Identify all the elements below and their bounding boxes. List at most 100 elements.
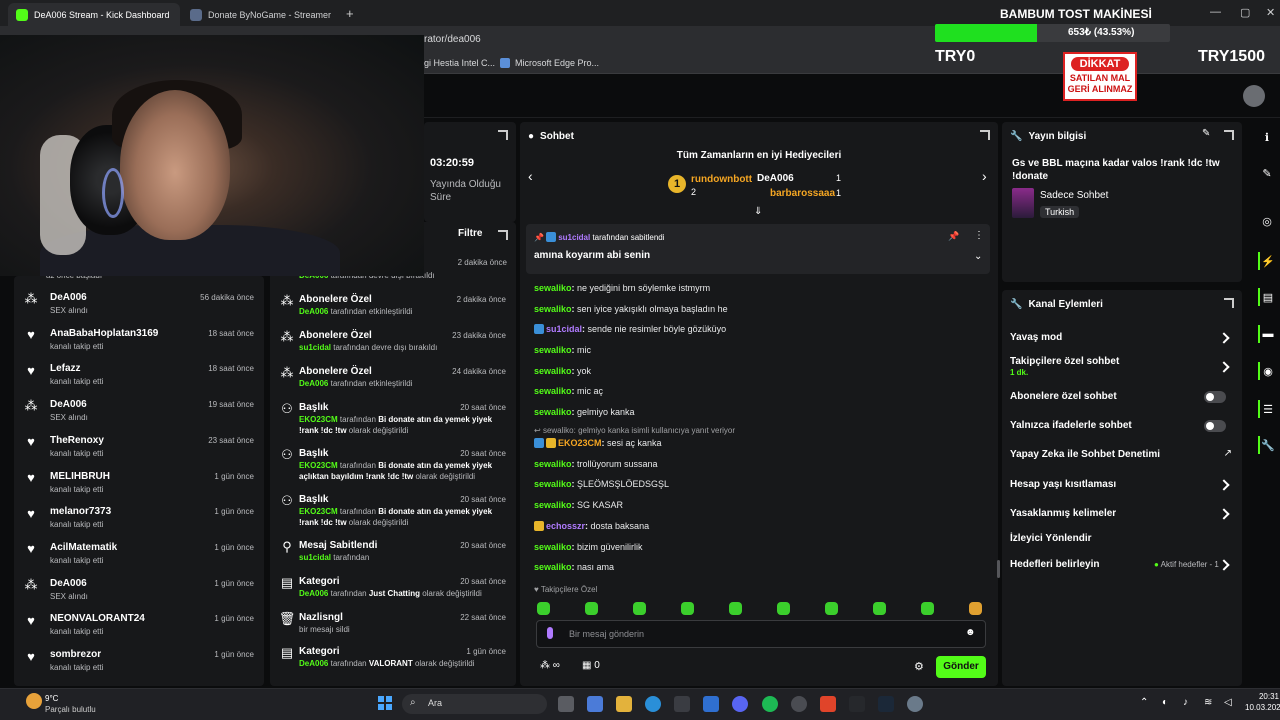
chevron-right-icon[interactable] <box>1218 508 1230 520</box>
emote-chat-toggle[interactable] <box>1204 420 1226 432</box>
chat-message[interactable]: sewaliko: gelmiyo kanka <box>534 407 635 417</box>
modlog-item[interactable]: ▤ Kategori DeA006 tarafından VALORANT ol… <box>270 644 516 678</box>
favorite-edge[interactable]: Microsoft Edge Pro... <box>500 58 599 68</box>
chat-settings-icon[interactable]: ⚙ <box>914 660 924 673</box>
emote-icon[interactable] <box>537 602 550 615</box>
prev-arrow-icon[interactable]: ‹ <box>528 168 533 184</box>
spotify-icon[interactable] <box>762 696 778 712</box>
weather-icon[interactable] <box>26 693 42 709</box>
activity-item[interactable]: ♥ Lefazz kanalı takip etti 18 saat önce <box>14 361 264 395</box>
emote-icon[interactable] <box>681 602 694 615</box>
windows-start-icon[interactable] <box>378 696 392 710</box>
microphone-icon[interactable]: ♪ <box>1183 697 1188 708</box>
settings-icon[interactable] <box>907 696 923 712</box>
wifi-icon[interactable]: ≋ <box>1204 697 1212 708</box>
unpin-icon[interactable]: 📌 <box>948 231 959 242</box>
chat-message[interactable]: echosszr: dosta baksana <box>534 521 649 531</box>
chevron-right-icon[interactable] <box>1218 479 1230 491</box>
modlog-item[interactable]: 🗑 Nazlisngl bir mesajı sildi 22 saat önc… <box>270 610 516 644</box>
modlog-item[interactable]: ⚇ Başlık EKO23CM tarafından Bi donate at… <box>270 400 516 435</box>
edit-icon[interactable]: ✎ <box>1202 128 1210 139</box>
external-link-icon[interactable]: ↗ <box>1224 448 1232 459</box>
edge-icon[interactable] <box>645 696 661 712</box>
modlog-item[interactable]: ⁂ Abonelere Özel DeA006 tarafından etkin… <box>270 292 516 326</box>
chat-message[interactable]: EKO23CM: sesi aç kanka <box>534 438 662 448</box>
chat-message[interactable]: sewaliko: trollüyorum sussana <box>534 459 658 469</box>
expand-icon[interactable] <box>498 230 508 240</box>
emoji-icon[interactable]: ☻ <box>965 627 976 638</box>
scroll-down-icon[interactable]: ⇓ <box>754 206 762 217</box>
banned-words-item[interactable]: Yasaklanmış kelimeler <box>1010 508 1116 519</box>
followers-chat-item[interactable]: Takipçilere özel sohbet <box>1010 356 1119 367</box>
account-age-item[interactable]: Hesap yaşı kısıtlaması <box>1010 479 1116 490</box>
chat-message[interactable]: sewaliko: bizim güvenilirlik <box>534 542 643 552</box>
chat-message[interactable]: sewaliko: ne yediğini brn söylemke istmy… <box>534 283 710 293</box>
taskbar-search[interactable]: ⌕ Ara <box>402 694 547 714</box>
activity-item[interactable]: ♥ TheRenoxy kanalı takip etti 23 saat ön… <box>14 433 264 467</box>
send-button[interactable]: Gönder <box>936 656 986 678</box>
chat-input[interactable]: Bir mesaj gönderin ☻ <box>536 620 986 648</box>
emote-icon[interactable] <box>777 602 790 615</box>
chevron-right-icon[interactable] <box>1218 332 1230 344</box>
clock[interactable]: 20:3110.03.2026 <box>1245 692 1280 712</box>
ai-moderation-item[interactable]: Yapay Zeka ile Sohbet Denetimi <box>1010 449 1160 460</box>
app-icon[interactable] <box>587 696 603 712</box>
chat-bubble-icon[interactable]: ▬ <box>1258 325 1276 343</box>
emote-icon[interactable] <box>969 602 982 615</box>
steam-icon[interactable] <box>878 696 894 712</box>
chat-message[interactable]: sewaliko: SG KASAR <box>534 500 623 510</box>
activity-item[interactable]: ♥ AcilMatematik kanalı takip etti 1 gün … <box>14 540 264 574</box>
tab-donate[interactable]: Donate ByNoGame - Streamer Settin <box>182 3 342 26</box>
emote-icon[interactable] <box>873 602 886 615</box>
close-window-button[interactable]: ✕ <box>1266 6 1275 19</box>
brave-icon[interactable] <box>820 696 836 712</box>
emote-icon[interactable] <box>825 602 838 615</box>
store-icon[interactable] <box>674 696 690 712</box>
expand-icon[interactable] <box>1224 298 1234 308</box>
chevron-right-icon[interactable] <box>1218 559 1230 571</box>
file-explorer-icon[interactable] <box>616 696 632 712</box>
favorite-hestia[interactable]: gi Hestia Intel C... <box>424 58 495 68</box>
url-text[interactable]: rator/dea006 <box>424 34 481 45</box>
next-arrow-icon[interactable]: › <box>982 168 987 184</box>
chevron-up-icon[interactable]: ⌃ <box>1140 697 1148 708</box>
more-icon[interactable]: ⋮ <box>974 230 984 241</box>
chat-message[interactable]: sewaliko: nası ama <box>534 562 614 572</box>
avatar[interactable] <box>1243 85 1265 107</box>
gifts-infinity[interactable]: ⁂ ∞ <box>540 660 560 671</box>
chat-message[interactable]: sewaliko: mic aç <box>534 386 603 396</box>
maximize-button[interactable]: ▢ <box>1240 6 1250 19</box>
emote-icon[interactable] <box>729 602 742 615</box>
chat-message[interactable]: su1cidal: sende nie resimler böyle gözük… <box>534 324 726 334</box>
info-icon[interactable]: ℹ <box>1258 128 1276 146</box>
modlog-item[interactable]: ▤ Kategori DeA006 tarafından Just Chatti… <box>270 574 516 608</box>
server-icon[interactable]: ☰ <box>1258 400 1276 418</box>
activity-item[interactable]: ♥ sombrezor kanalı takip etti 1 gün önce <box>14 647 264 681</box>
app-icon[interactable] <box>849 696 865 712</box>
new-tab-button[interactable]: + <box>346 6 354 21</box>
tab-kick-dashboard[interactable]: DeA006 Stream - Kick Dashboard <box>8 3 180 26</box>
modlog-item[interactable]: ⚇ Başlık EKO23CM tarafından Bi donate at… <box>270 446 516 481</box>
tools-icon[interactable]: 🔧 <box>1258 436 1276 454</box>
pencil-icon[interactable]: ✎ <box>1258 164 1276 182</box>
tray-icon[interactable]: ◐ <box>1162 697 1168 708</box>
expand-icon[interactable] <box>980 130 990 140</box>
slow-mode-item[interactable]: Yavaş mod <box>1010 332 1062 343</box>
chat-message[interactable]: sewaliko: yok <box>534 366 591 376</box>
document-icon[interactable]: ▤ <box>1258 288 1276 306</box>
volume-icon[interactable]: ◁ <box>1224 697 1232 708</box>
emote-icon[interactable] <box>633 602 646 615</box>
chat-scrollbar[interactable] <box>997 560 1000 578</box>
emote-icon[interactable] <box>921 602 934 615</box>
minimize-button[interactable]: — <box>1210 6 1221 18</box>
expand-icon[interactable] <box>1224 130 1234 140</box>
chevron-down-icon[interactable]: ⌄ <box>974 251 982 262</box>
activity-item[interactable]: ⁂ DeA006 SEX alındı 56 dakika önce <box>14 290 264 324</box>
activity-item[interactable]: ♥ AnaBabaHoplatan3169 kanalı takip etti … <box>14 326 264 360</box>
activity-item[interactable]: ♥ melanor7373 kanalı takip etti 1 gün ön… <box>14 504 264 538</box>
viewer-redirect-item[interactable]: İzleyici Yönlendir <box>1010 533 1092 544</box>
mail-icon[interactable] <box>703 696 719 712</box>
modlog-item[interactable]: ⚇ Başlık EKO23CM tarafından Bi donate at… <box>270 492 516 527</box>
goals-item[interactable]: Hedefleri belirleyin <box>1010 559 1099 570</box>
activity-item[interactable]: ⁂ DeA006 SEX alındı 1 gün önce <box>14 576 264 610</box>
